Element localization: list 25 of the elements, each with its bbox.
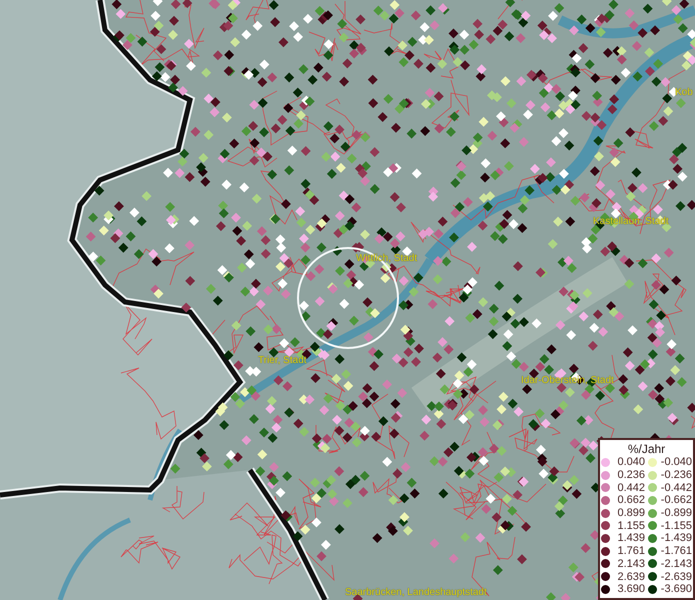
legend-value: -0.236	[660, 469, 692, 482]
legend-value: -0.899	[660, 507, 692, 520]
place-label: Trier, Stadt	[258, 355, 307, 367]
legend-value: -0.662	[660, 494, 692, 506]
legend-value: -0.040	[660, 456, 692, 468]
legend-value: 0.899	[616, 507, 645, 520]
legend-value: -1.761	[660, 545, 692, 558]
legend-title: %/Jahr	[628, 442, 666, 456]
place-label: Saarbrücken, Landeshauptstadt	[345, 587, 487, 599]
legend-value: -1.439	[660, 532, 692, 544]
legend-value: 3.690	[616, 583, 645, 596]
legend-value: 1.439	[616, 532, 645, 544]
legend-value: -0.442	[660, 482, 692, 494]
legend-value: -3.690	[660, 583, 692, 596]
legend-value: 0.442	[616, 482, 645, 494]
legend-value: 2.639	[616, 570, 645, 583]
legend-value: 1.155	[616, 520, 645, 532]
legend-value: -1.155	[660, 520, 692, 532]
legend-value: 2.143	[616, 558, 645, 570]
legend-value: 1.761	[616, 545, 645, 558]
legend-value: 0.040	[616, 456, 645, 468]
legend-value: 0.662	[616, 494, 645, 506]
legend-value: -2.639	[660, 570, 692, 583]
legend-value: -2.143	[660, 558, 692, 570]
legend-value: 0.236	[616, 469, 645, 482]
